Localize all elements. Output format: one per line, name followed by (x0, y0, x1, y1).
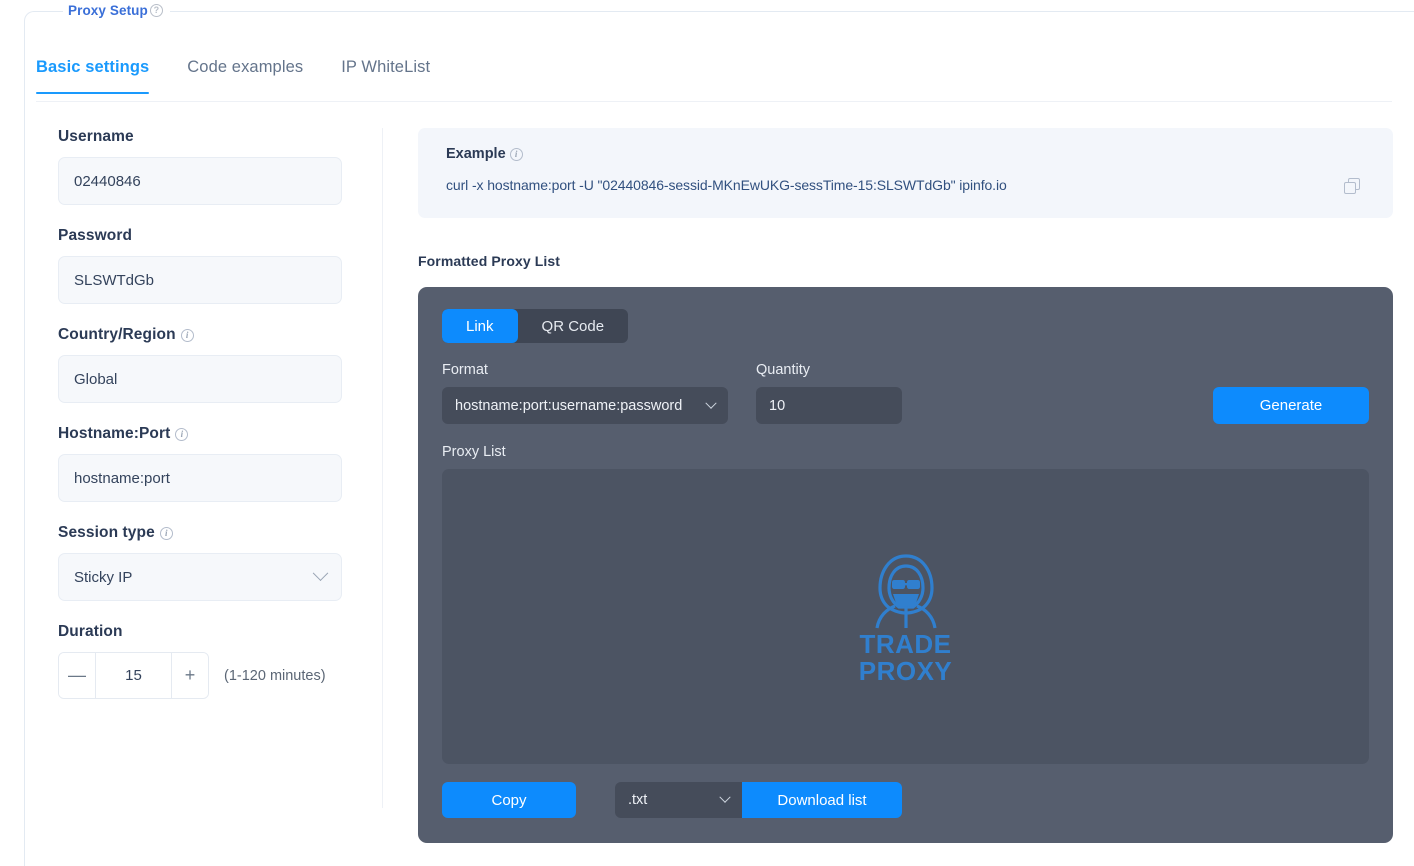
duration-increment-button[interactable]: + (171, 653, 208, 698)
duration-stepper-row: — 15 + (1-120 minutes) (58, 652, 340, 699)
quantity-input[interactable]: 10 (756, 387, 902, 424)
tab-bar: Basic settings Code examples IP WhiteLis… (36, 54, 1392, 102)
right-panel: Example i curl -x hostname:port -U "0244… (418, 128, 1393, 843)
info-icon[interactable]: i (180, 328, 194, 342)
file-extension-select[interactable]: .txt (615, 782, 742, 818)
hostname-port-label: Hostname:Port i (58, 425, 340, 443)
country-region-label: Country/Region i (58, 326, 340, 344)
example-command: curl -x hostname:port -U "02440846-sessi… (446, 177, 1007, 193)
session-type-select[interactable]: Sticky IP (58, 553, 342, 601)
hostname-port-input[interactable]: hostname:port (58, 454, 342, 502)
proxy-list-label: Proxy List (442, 444, 506, 460)
chevron-down-icon (719, 791, 731, 803)
quantity-control: Quantity 10 (756, 362, 902, 424)
username-value: 02440846 (74, 172, 141, 190)
proxy-setup-page: Proxy Setup ? Basic settings Code exampl… (0, 0, 1414, 866)
example-title: Example i (446, 146, 1371, 162)
country-region-input[interactable]: Global (58, 355, 342, 403)
quantity-value: 10 (769, 397, 786, 414)
tab-code-examples[interactable]: Code examples (187, 54, 303, 93)
format-value: hostname:port:username:password (455, 397, 683, 414)
format-label: Format (442, 362, 488, 378)
watermark-line-2: PROXY (858, 655, 953, 686)
download-list-button[interactable]: Download list (742, 782, 902, 818)
copy-icon[interactable] (1344, 178, 1361, 195)
duration-decrement-button[interactable]: — (59, 653, 96, 698)
copy-button[interactable]: Copy (442, 782, 576, 818)
password-label: Password (58, 227, 133, 244)
info-icon[interactable]: i (509, 147, 523, 161)
tab-ip-whitelist[interactable]: IP WhiteList (341, 54, 430, 93)
proxy-list-actions: Copy .txt Download list (442, 782, 1369, 818)
info-icon[interactable]: i (159, 526, 173, 540)
basic-settings-form: Username 02440846 Password SLSWTdGb Coun… (58, 128, 383, 808)
duration-label: Duration (58, 623, 123, 640)
segment-qr-code[interactable]: QR Code (518, 309, 629, 343)
session-type-label: Session type i (58, 524, 340, 542)
example-box: Example i curl -x hostname:port -U "0244… (418, 128, 1393, 218)
format-select[interactable]: hostname:port:username:password (442, 387, 728, 424)
segment-link[interactable]: Link (442, 309, 518, 343)
file-extension-value: .txt (628, 792, 648, 808)
password-input[interactable]: SLSWTdGb (58, 256, 342, 304)
duration-value[interactable]: 15 (96, 653, 171, 698)
password-value: SLSWTdGb (74, 271, 155, 289)
trade-proxy-watermark-logo: TRADE PROXY (846, 550, 966, 684)
chevron-down-icon (705, 397, 717, 409)
country-region-value: Global (74, 370, 118, 388)
username-input[interactable]: 02440846 (58, 157, 342, 205)
generate-button[interactable]: Generate (1213, 387, 1369, 424)
output-mode-toggle: Link QR Code (442, 309, 629, 343)
tab-basic-settings[interactable]: Basic settings (36, 54, 150, 94)
hostname-port-value: hostname:port (74, 469, 170, 487)
fieldset-legend: Proxy Setup ? (63, 3, 170, 18)
chevron-down-icon (312, 564, 329, 581)
session-type-value: Sticky IP (74, 568, 133, 586)
generator-controls: Format hostname:port:username:password Q… (442, 362, 1369, 424)
duration-hint: (1-120 minutes) (224, 667, 326, 684)
info-icon[interactable]: i (175, 427, 189, 441)
format-control: Format hostname:port:username:password (442, 362, 728, 424)
duration-stepper: — 15 + (58, 652, 209, 699)
quantity-label: Quantity (756, 362, 810, 378)
formatted-proxy-list-panel: Link QR Code Format hostname:port:userna… (418, 287, 1393, 843)
watermark-line-1: TRADE (859, 628, 952, 659)
page-title: Proxy Setup (68, 3, 148, 18)
username-label: Username (58, 128, 134, 145)
hooded-figure-icon (874, 553, 937, 628)
proxy-list-textarea[interactable]: TRADE PROXY (442, 469, 1369, 764)
question-circle-icon[interactable]: ? (149, 4, 163, 17)
formatted-proxy-list-label: Formatted Proxy List (418, 253, 561, 269)
